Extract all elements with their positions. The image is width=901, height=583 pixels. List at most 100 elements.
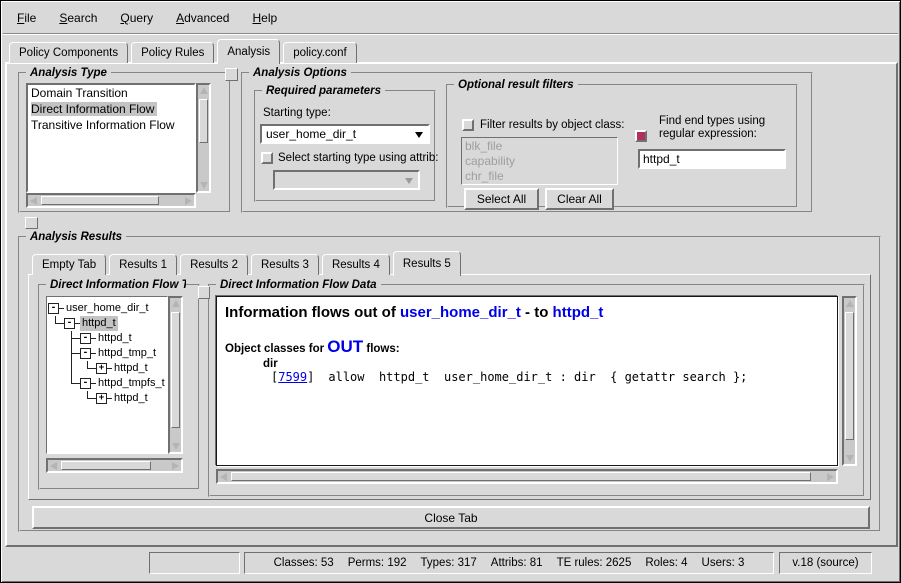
pane-sash-handle[interactable] bbox=[198, 286, 210, 299]
scroll-down-arrow[interactable] bbox=[844, 451, 855, 464]
collapse-icon[interactable]: - bbox=[80, 378, 91, 389]
results-tab[interactable]: Results 4 bbox=[322, 254, 390, 275]
tree-node-label[interactable]: httpd_t bbox=[80, 316, 118, 331]
tree-node[interactable]: + httpd_t bbox=[48, 361, 166, 376]
scroll-left-arrow[interactable] bbox=[218, 471, 231, 482]
rule-text: allow httpd_t user_home_dir_t : dir { ge… bbox=[328, 370, 747, 384]
results-tab[interactable]: Results 3 bbox=[251, 254, 319, 275]
main-tab[interactable]: Policy Rules bbox=[131, 42, 214, 63]
starting-type-label: Starting type: bbox=[263, 107, 331, 119]
starting-type-combobox[interactable]: user_home_dir_t bbox=[260, 124, 430, 144]
close-tab-button[interactable]: Close Tab bbox=[32, 506, 870, 529]
policy-stat: Roles: 4 bbox=[645, 557, 687, 569]
scrollbar-thumb[interactable] bbox=[171, 312, 180, 428]
select-all-button[interactable]: Select All bbox=[464, 188, 539, 210]
results-tab[interactable]: Empty Tab bbox=[32, 254, 106, 275]
menu-item-label: Help bbox=[252, 11, 277, 25]
collapse-icon[interactable]: - bbox=[48, 303, 59, 314]
flow-data-vscrollbar[interactable] bbox=[842, 296, 857, 466]
menu-item[interactable]: Search bbox=[54, 8, 102, 28]
tree-node[interactable]: + httpd_t bbox=[48, 391, 166, 406]
scroll-left-arrow[interactable] bbox=[28, 195, 41, 206]
scroll-right-arrow[interactable] bbox=[823, 471, 836, 482]
policy-stat: Users: 3 bbox=[702, 557, 745, 569]
tree-node[interactable]: -httpd_t bbox=[48, 316, 166, 331]
scroll-right-arrow[interactable] bbox=[181, 195, 194, 206]
menu-item[interactable]: Help bbox=[247, 8, 282, 28]
tree-guide-line bbox=[80, 361, 96, 376]
scroll-up-arrow[interactable] bbox=[170, 298, 181, 311]
object-class-option: chr_file bbox=[462, 169, 617, 184]
results-tab-label: Results 3 bbox=[261, 259, 309, 271]
filter-object-class-checkbox[interactable] bbox=[462, 119, 474, 131]
flow-direction: OUT bbox=[327, 337, 363, 356]
results-tab-label: Results 5 bbox=[403, 258, 451, 270]
analysis-type-hscrollbar[interactable] bbox=[26, 193, 196, 208]
scroll-right-arrow[interactable] bbox=[168, 460, 181, 471]
menu-item[interactable]: Advanced bbox=[171, 8, 234, 28]
chevron-down-icon[interactable] bbox=[415, 132, 423, 138]
main-tab[interactable]: Policy Components bbox=[9, 42, 128, 63]
analysis-type-vscrollbar[interactable] bbox=[196, 83, 211, 193]
tree-node-label[interactable]: user_home_dir_t bbox=[64, 301, 151, 316]
analysis-type-option[interactable]: Transitive Information Flow bbox=[28, 117, 194, 133]
regex-input[interactable]: httpd_t bbox=[638, 149, 786, 169]
scroll-down-arrow[interactable] bbox=[198, 178, 209, 191]
rule-number-link[interactable]: 7599 bbox=[278, 370, 307, 384]
main-tab[interactable]: Analysis bbox=[217, 39, 280, 64]
flow-tree-title: Direct Information Flow Tree bbox=[46, 278, 186, 292]
results-tab[interactable]: Results 2 bbox=[180, 254, 248, 275]
collapse-icon[interactable]: - bbox=[80, 348, 91, 359]
collapse-icon[interactable]: - bbox=[80, 333, 91, 344]
clear-all-button[interactable]: Clear All bbox=[545, 188, 614, 210]
analysis-type-listbox[interactable]: Domain TransitionDirect Information Flow… bbox=[26, 83, 196, 193]
tree-node[interactable]: -httpd_tmp_t bbox=[48, 346, 166, 361]
results-tab[interactable]: Results 1 bbox=[109, 254, 177, 275]
expand-icon[interactable]: + bbox=[96, 363, 107, 374]
analysis-type-group: Analysis Type Domain TransitionDirect In… bbox=[18, 72, 231, 213]
pane-sash-handle[interactable] bbox=[225, 68, 238, 81]
scrollbar-thumb[interactable] bbox=[231, 472, 811, 481]
collapse-icon[interactable]: - bbox=[64, 318, 75, 329]
analysis-type-option[interactable]: Direct Information Flow bbox=[28, 101, 194, 117]
scrollbar-thumb[interactable] bbox=[41, 196, 159, 205]
tree-node[interactable]: -httpd_t bbox=[48, 331, 166, 346]
menu-item-label: Advanced bbox=[176, 11, 229, 25]
menu-item[interactable]: File bbox=[12, 8, 41, 28]
pane-sash-handle[interactable] bbox=[25, 217, 38, 229]
tree-node[interactable]: -user_home_dir_t bbox=[48, 301, 166, 316]
tree-node-label[interactable]: httpd_tmpfs_t bbox=[96, 376, 167, 391]
tree-node-label[interactable]: httpd_tmp_t bbox=[96, 346, 158, 361]
flow-tree-vscrollbar[interactable] bbox=[168, 296, 183, 454]
tree-guide-line bbox=[48, 376, 64, 391]
results-tab[interactable]: Results 5 bbox=[393, 251, 461, 276]
analysis-type-option[interactable]: Domain Transition bbox=[28, 85, 194, 101]
tree-node-label[interactable]: httpd_t bbox=[112, 361, 150, 376]
regex-checkbox[interactable] bbox=[635, 130, 647, 142]
scrollbar-thumb[interactable] bbox=[845, 312, 854, 440]
regex-checkbox-label: Find end types using regular expression: bbox=[659, 115, 797, 141]
scrollbar-thumb[interactable] bbox=[61, 461, 151, 470]
menu-item[interactable]: Query bbox=[115, 8, 158, 28]
scroll-up-arrow[interactable] bbox=[198, 85, 209, 98]
scroll-up-arrow[interactable] bbox=[844, 298, 855, 311]
results-tab-bar: Empty TabResults 1Results 2 Results 3 Resu… bbox=[32, 249, 464, 275]
menu-item-label: Query bbox=[120, 11, 153, 25]
attrib-checkbox[interactable] bbox=[261, 152, 273, 164]
expand-icon[interactable]: + bbox=[96, 393, 107, 404]
tree-node[interactable]: -httpd_tmpfs_t bbox=[48, 376, 166, 391]
flow-tree-hscrollbar[interactable] bbox=[46, 458, 183, 473]
flow-tree[interactable]: -user_home_dir_t-httpd_t-httpd_t-httpd_t… bbox=[46, 296, 168, 454]
flow-data-textarea[interactable]: Information flows out of user_home_dir_t… bbox=[216, 296, 838, 466]
tree-node-label[interactable]: httpd_t bbox=[96, 331, 134, 346]
flow-data-hscrollbar[interactable] bbox=[216, 469, 838, 484]
main-tab[interactable]: policy.conf bbox=[283, 42, 356, 63]
object-class-option: capability bbox=[462, 154, 617, 169]
menu-item-label: Search bbox=[59, 11, 97, 25]
tree-node-label[interactable]: httpd_t bbox=[112, 391, 150, 406]
scroll-left-arrow[interactable] bbox=[48, 460, 61, 471]
scrollbar-thumb[interactable] bbox=[199, 99, 208, 143]
required-parameters-title: Required parameters bbox=[262, 84, 385, 98]
scroll-down-arrow[interactable] bbox=[170, 439, 181, 452]
tree-guide-line bbox=[48, 331, 64, 346]
